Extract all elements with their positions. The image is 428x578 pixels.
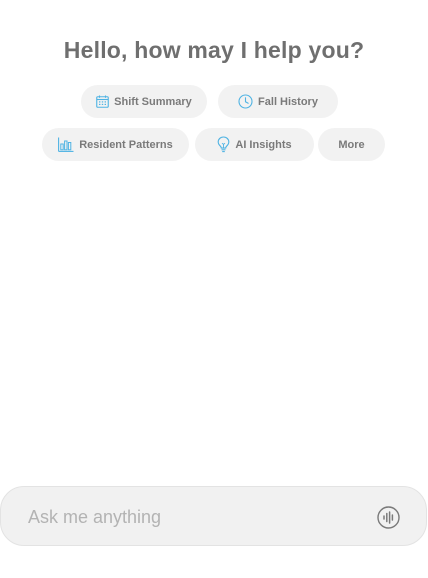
fall-history-label: Fall History bbox=[258, 95, 318, 108]
ask-input[interactable] bbox=[28, 505, 348, 529]
resident-patterns-chip[interactable]: Resident Patterns bbox=[42, 128, 189, 161]
more-label: More bbox=[338, 138, 365, 151]
more-chip[interactable]: More bbox=[318, 128, 385, 161]
fall-history-chip[interactable]: Fall History bbox=[218, 85, 338, 118]
calendar-icon bbox=[96, 95, 109, 108]
shift-summary-label: Shift Summary bbox=[114, 95, 192, 108]
lightbulb-icon bbox=[217, 136, 230, 153]
resident-patterns-label: Resident Patterns bbox=[79, 138, 173, 151]
bar-chart-icon bbox=[58, 137, 74, 152]
voice-waveform-icon[interactable] bbox=[377, 506, 400, 529]
greeting-heading: Hello, how may I help you? bbox=[63, 37, 365, 63]
ai-insights-chip[interactable]: AI Insights bbox=[195, 128, 314, 161]
clock-icon bbox=[238, 94, 253, 109]
chat-composer bbox=[0, 486, 427, 546]
ai-insights-label: AI Insights bbox=[235, 138, 292, 151]
shift-summary-chip[interactable]: Shift Summary bbox=[81, 85, 207, 118]
